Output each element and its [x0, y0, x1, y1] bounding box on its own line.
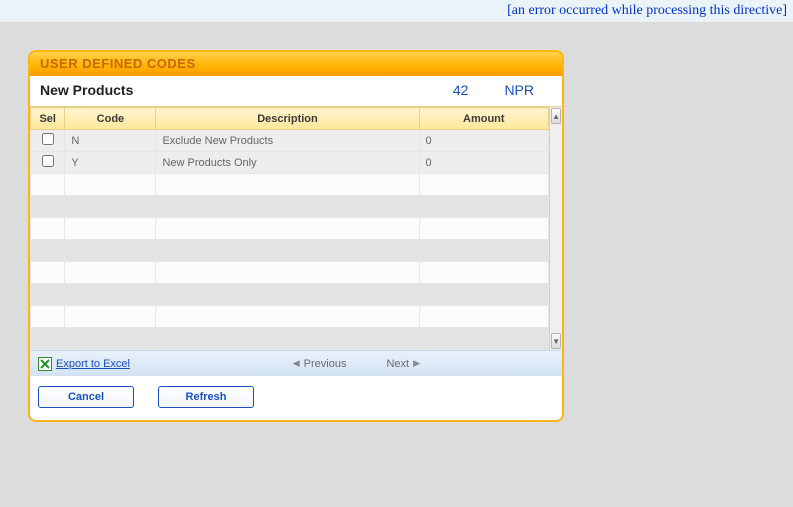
- col-header-amount[interactable]: Amount: [419, 108, 549, 130]
- cell-description: Exclude New Products: [156, 130, 419, 152]
- export-excel-link[interactable]: Export to Excel: [56, 358, 130, 370]
- grid-area: Sel Code Description Amount N Exclude Ne…: [30, 106, 562, 350]
- col-header-description[interactable]: Description: [156, 108, 419, 130]
- table-row: [31, 240, 549, 262]
- panel-container: USER DEFINED CODES New Products 42 NPR S…: [0, 22, 793, 422]
- button-row: Cancel Refresh: [30, 376, 562, 420]
- cell-amount: 0: [419, 130, 549, 152]
- table-row: [31, 284, 549, 306]
- table-row: [31, 328, 549, 350]
- scrollbar[interactable]: ▲ ▼: [549, 107, 562, 350]
- panel-title: USER DEFINED CODES: [30, 52, 562, 76]
- subheader-shortcode: NPR: [504, 82, 534, 98]
- cell-amount: 0: [419, 152, 549, 174]
- table-row: [31, 174, 549, 196]
- table-row: [31, 218, 549, 240]
- table-row: [31, 306, 549, 328]
- row-checkbox[interactable]: [42, 133, 54, 145]
- data-grid: Sel Code Description Amount N Exclude Ne…: [30, 107, 549, 350]
- scroll-up-icon[interactable]: ▲: [551, 108, 561, 124]
- table-row[interactable]: Y New Products Only 0: [31, 152, 549, 174]
- cell-code: N: [65, 130, 156, 152]
- table-row: [31, 262, 549, 284]
- previous-link[interactable]: ◀ Previous: [289, 358, 347, 370]
- subheader-number: 42: [453, 82, 469, 98]
- next-label: Next: [386, 358, 409, 370]
- table-row[interactable]: N Exclude New Products 0: [31, 130, 549, 152]
- scroll-down-icon[interactable]: ▼: [551, 333, 561, 349]
- footer-bar: Export to Excel ◀ Previous Next ▶: [30, 350, 562, 376]
- cell-description: New Products Only: [156, 152, 419, 174]
- next-link[interactable]: Next ▶: [386, 358, 424, 370]
- row-checkbox[interactable]: [42, 155, 54, 167]
- table-row: [31, 196, 549, 218]
- cell-code: Y: [65, 152, 156, 174]
- header-row: Sel Code Description Amount: [31, 108, 549, 130]
- cancel-button[interactable]: Cancel: [38, 386, 134, 408]
- chevron-left-icon: ◀: [293, 358, 300, 369]
- main-panel: USER DEFINED CODES New Products 42 NPR S…: [28, 50, 564, 422]
- col-header-sel[interactable]: Sel: [31, 108, 65, 130]
- subheader: New Products 42 NPR: [30, 76, 562, 106]
- scroll-track[interactable]: [550, 125, 562, 332]
- excel-icon: [38, 357, 52, 371]
- chevron-right-icon: ▶: [413, 358, 420, 369]
- refresh-button[interactable]: Refresh: [158, 386, 254, 408]
- col-header-code[interactable]: Code: [65, 108, 156, 130]
- error-banner: [an error occurred while processing this…: [0, 0, 793, 22]
- previous-label: Previous: [304, 358, 347, 370]
- subheader-title: New Products: [40, 82, 133, 98]
